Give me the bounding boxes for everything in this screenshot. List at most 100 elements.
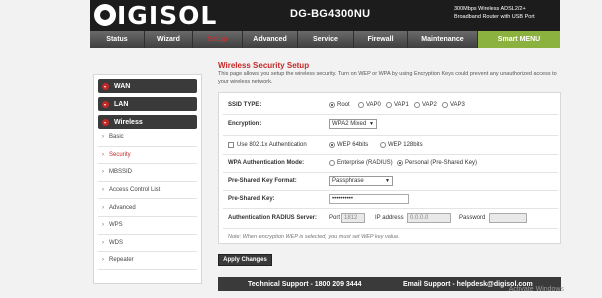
sidebar-head-wan[interactable]: WAN xyxy=(98,79,197,93)
sidebar-item-basic[interactable]: › Basic xyxy=(98,129,197,147)
radio-icon[interactable] xyxy=(442,102,448,108)
sidebar-item-label: WPS xyxy=(109,222,123,229)
radio-icon[interactable] xyxy=(414,102,420,108)
expand-marker-icon xyxy=(102,100,109,108)
radio-icon[interactable] xyxy=(329,160,335,166)
divider xyxy=(223,208,558,209)
radio-icon[interactable] xyxy=(386,102,392,108)
psk-format-select[interactable]: Passphrase ▼ xyxy=(329,176,393,186)
radius-password-input[interactable] xyxy=(489,213,527,223)
nav-service[interactable]: Service xyxy=(298,31,354,48)
radius-ip-input[interactable]: 0.0.0.0 xyxy=(407,213,451,223)
ssid-option-label: VAP3 xyxy=(450,102,465,108)
chevron-right-icon: › xyxy=(102,151,104,158)
wep-128-option[interactable]: WEP 128bits xyxy=(380,142,423,148)
chevron-right-icon: › xyxy=(102,222,104,229)
sidebar-item-label: Repeater xyxy=(109,257,134,264)
divider xyxy=(223,228,558,229)
digisol-logo: IGISOL xyxy=(94,0,218,30)
ssid-vap0-option[interactable]: VAP0 xyxy=(358,102,381,108)
sidebar-item-label: MBSSID xyxy=(109,169,133,176)
wpa-personal-option[interactable]: Personal (Pre-Shared Key) xyxy=(397,160,477,166)
sidebar-item-access-control-list[interactable]: › Access Control List xyxy=(98,182,197,200)
chevron-right-icon: › xyxy=(102,257,104,264)
wpa-personal-label: Personal (Pre-Shared Key) xyxy=(405,160,478,166)
wep-128-label: WEP 128bits xyxy=(388,142,423,148)
expand-marker-icon xyxy=(102,118,109,126)
use-8021x-label: Use 802.1x Authentication xyxy=(237,142,307,148)
sidebar-item-label: Advanced xyxy=(109,204,136,211)
technical-support-text: Technical Support - 1800 209 3444 xyxy=(248,280,362,288)
psk-format-label: Pre-Shared Key Format: xyxy=(228,178,297,184)
sidebar-item-wds[interactable]: › WDS xyxy=(98,235,197,253)
sidebar-item-advanced[interactable]: › Advanced xyxy=(98,199,197,217)
radio-icon[interactable] xyxy=(358,102,364,108)
sidebar-item-wps[interactable]: › WPS xyxy=(98,217,197,235)
nav-firewall[interactable]: Firewall xyxy=(354,31,408,48)
apply-changes-button[interactable]: Apply Changes xyxy=(218,254,272,266)
dropdown-caret-icon: ▼ xyxy=(369,121,374,127)
nav-smart-menu[interactable]: Smart MENU xyxy=(478,31,560,48)
divider xyxy=(223,135,558,136)
wpa-enterprise-option[interactable]: Enterprise (RADIUS) xyxy=(329,160,393,166)
activate-windows-watermark: Activate Windows xyxy=(508,286,564,293)
ssid-vap3-option[interactable]: VAP3 xyxy=(442,102,465,108)
wep-64-option[interactable]: WEP 64bits xyxy=(329,142,368,148)
header: IGISOL DG-BG4300NU 300Mbps Wireless ADSL… xyxy=(90,0,560,31)
auth-8021x-row: Use 802.1x Authentication WEP 64bits WEP… xyxy=(223,139,558,151)
psk-format-row: Pre-Shared Key Format: Passphrase ▼ xyxy=(223,175,558,187)
use-8021x-checkbox[interactable]: Use 802.1x Authentication xyxy=(228,142,307,148)
sidebar-item-mbssid[interactable]: › MBSSID xyxy=(98,164,197,182)
sidebar-item-security[interactable]: › Security xyxy=(98,147,197,165)
sidebar-item-label: Access Control List xyxy=(109,187,161,194)
chevron-right-icon: › xyxy=(102,134,104,141)
chevron-right-icon: › xyxy=(102,204,104,211)
encryption-select[interactable]: WPA2 Mixed ▼ xyxy=(329,119,377,129)
ssid-option-label: Root xyxy=(337,102,350,108)
top-nav: Status Wizard Setup Advanced Service Fir… xyxy=(90,31,560,48)
ssid-root-option[interactable]: Root xyxy=(329,102,350,108)
psk-input[interactable]: •••••••••• xyxy=(329,194,409,204)
encryption-value: WPA2 Mixed xyxy=(332,121,367,127)
ssid-type-row: SSID TYPE: Root VAP0 VAP1 VAP2 VAP3 xyxy=(223,99,558,111)
sidebar-head-label: WAN xyxy=(114,82,131,90)
checkbox-icon[interactable] xyxy=(228,142,234,148)
wpa-auth-row: WPA Authentication Mode: Enterprise (RAD… xyxy=(223,157,558,169)
nav-maintenance[interactable]: Maintenance xyxy=(408,31,478,48)
radio-selected-icon[interactable] xyxy=(329,142,335,148)
sidebar-item-label: Basic xyxy=(109,134,124,141)
sidebar-item-label: WDS xyxy=(109,239,123,246)
radio-selected-icon[interactable] xyxy=(329,102,335,108)
ssid-vap1-option[interactable]: VAP1 xyxy=(386,102,409,108)
nav-advanced[interactable]: Advanced xyxy=(243,31,298,48)
ssid-vap2-option[interactable]: VAP2 xyxy=(414,102,437,108)
sidebar: WAN LAN Wireless › Basic › Security › MBSSI… xyxy=(93,74,202,284)
product-tagline: 300Mbps Wireless ADSL2/2+ Broadband Rout… xyxy=(454,6,535,20)
wpa-auth-label: WPA Authentication Mode: xyxy=(228,160,305,166)
password-label: Password xyxy=(459,215,486,221)
sidebar-head-lan[interactable]: LAN xyxy=(98,97,197,111)
sidebar-item-repeater[interactable]: › Repeater xyxy=(98,252,197,270)
sidebar-item-label: Security xyxy=(109,151,131,158)
security-form: SSID TYPE: Root VAP0 VAP1 VAP2 VAP3 Encr… xyxy=(218,92,561,244)
nav-setup[interactable]: Setup xyxy=(193,31,243,48)
sidebar-head-label: Wireless xyxy=(114,118,143,126)
sidebar-head-label: LAN xyxy=(114,100,129,108)
psk-label: Pre-Shared Key: xyxy=(228,196,275,202)
radio-icon[interactable] xyxy=(380,142,386,148)
radius-port-input[interactable]: 1812 xyxy=(341,213,365,223)
encryption-row: Encryption: WPA2 Mixed ▼ xyxy=(223,118,558,130)
sidebar-head-wireless[interactable]: Wireless xyxy=(98,115,197,129)
nav-status[interactable]: Status xyxy=(90,31,145,48)
logo-text: IGISOL xyxy=(117,0,218,30)
psk-row: Pre-Shared Key: •••••••••• xyxy=(223,193,558,205)
chevron-right-icon: › xyxy=(102,239,104,246)
radius-row: Authentication RADIUS Server: Port 1812 … xyxy=(223,212,558,224)
divider xyxy=(223,172,558,173)
nav-wizard[interactable]: Wizard xyxy=(145,31,193,48)
chevron-right-icon: › xyxy=(102,169,104,176)
logo-d-glyph xyxy=(94,4,116,26)
page-description: This page allows you setup the wireless … xyxy=(218,71,557,85)
divider xyxy=(223,154,558,155)
radio-selected-icon[interactable] xyxy=(397,160,403,166)
